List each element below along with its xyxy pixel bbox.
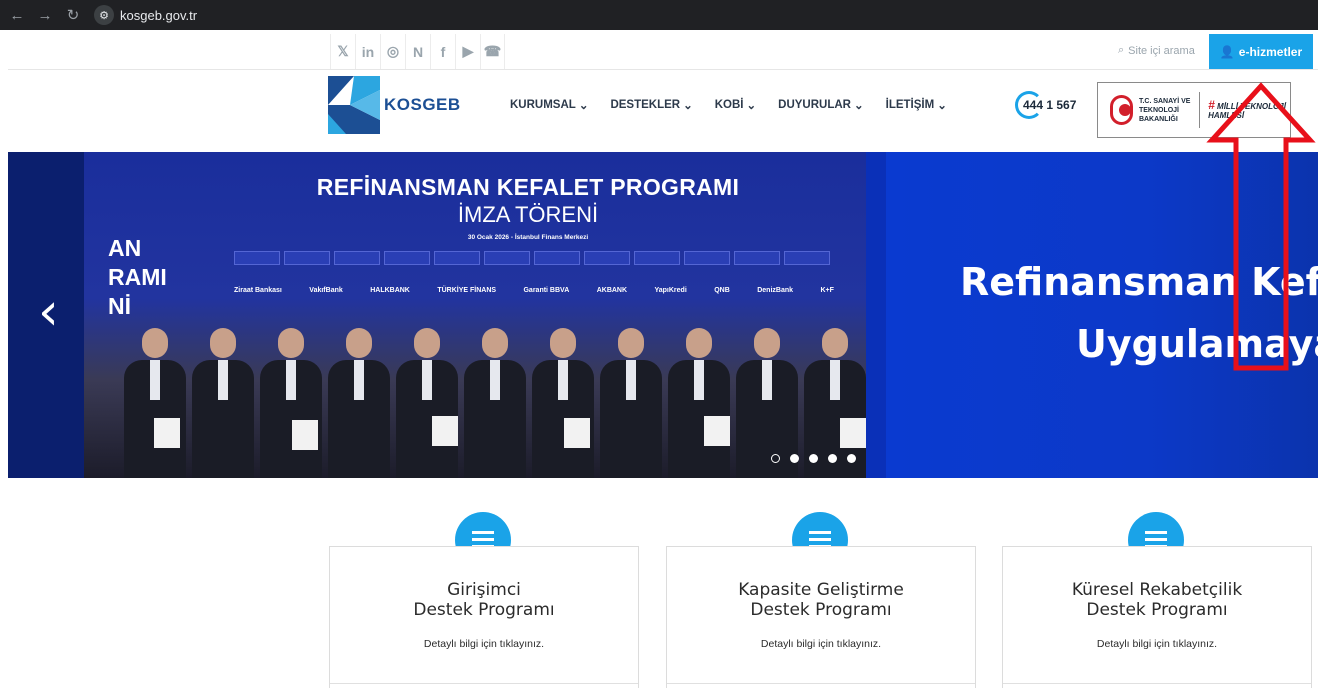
program-card-kapasite[interactable]: Kapasite Geliştirme Destek Programı Deta… — [666, 546, 976, 688]
slider-dot[interactable] — [847, 454, 856, 463]
hero-divider — [866, 152, 886, 478]
card-title-line1: Küresel Rekabetçilik — [1071, 580, 1243, 600]
menu-item-label: İLETİŞİM — [885, 99, 935, 111]
e-hizmetler-button[interactable]: 👤 e-hizmetler — [1209, 34, 1313, 69]
search-icon: ⌕ — [1118, 44, 1125, 56]
slider-dot[interactable] — [828, 454, 837, 463]
hotline[interactable]: 444 1 567 — [1013, 88, 1085, 122]
kosgeb-logo-mark-icon — [328, 76, 380, 134]
slider-pagination — [771, 454, 856, 463]
bank-name: Ziraat Bankası — [234, 287, 282, 294]
card-title-line2: Destek Programı — [1086, 600, 1228, 620]
top-strip: 𝕏 in ◎ N f ▶ ☎ ⌕ Site içi arama 👤 e-hizm… — [8, 34, 1318, 70]
nsosyal-icon[interactable]: N — [405, 34, 430, 69]
kosgeb-logo-text: KOSGEB — [384, 95, 461, 114]
menu-item-label: DUYURULAR — [778, 99, 851, 111]
divider — [330, 683, 638, 684]
hero-slider[interactable]: Ziraat Bankası VakıfBank HALKBANK TÜRKİY… — [8, 152, 1318, 478]
previous-slide-arrow-icon[interactable]: ‹ — [38, 286, 68, 342]
kosgeb-logo[interactable]: KOSGEB — [328, 76, 474, 134]
menu-item-destekler[interactable]: DESTEKLER ⌄ — [610, 98, 692, 112]
hero-date: 30 Ocak 2026 - İstanbul Finans Merkezi — [467, 234, 589, 241]
chevron-down-icon: ⌄ — [746, 100, 757, 112]
address-bar[interactable]: ⚙ kosgeb.gov.tr — [94, 4, 197, 26]
bank-name: HALKBANK — [370, 287, 410, 294]
site-search-label: Site içi arama — [1128, 44, 1195, 57]
program-card-girisimci[interactable]: Girişimci Destek Programı Detaylı bilgi … — [329, 546, 639, 688]
bank-name: QNB — [714, 287, 730, 294]
card-title-line1: Girişimci — [447, 580, 521, 600]
ministry-seal-icon — [1110, 95, 1133, 125]
sponsor-banner — [234, 251, 830, 265]
divider — [1199, 92, 1201, 128]
chevron-down-icon: ⌄ — [578, 100, 589, 112]
chevron-down-icon: ⌄ — [937, 100, 947, 112]
user-icon: 👤 — [1219, 44, 1235, 59]
card-details-link[interactable]: Detaylı bilgi için tıklayınız. — [330, 638, 638, 650]
menu-item-duyurular[interactable]: DUYURULAR ⌄ — [778, 98, 863, 112]
x-twitter-icon[interactable]: 𝕏 — [330, 34, 355, 69]
card-title: Küresel Rekabetçilik Destek Programı — [1003, 580, 1311, 620]
menu-item-kobi[interactable]: KOBİ ⌄ — [715, 98, 756, 112]
bank-name: K+F — [820, 287, 834, 294]
ceremony-participants — [124, 300, 866, 478]
program-card-kuresel[interactable]: Küresel Rekabetçilik Destek Programı Det… — [1002, 546, 1312, 688]
card-title-line2: Destek Programı — [413, 600, 555, 620]
phone-icon[interactable]: ☎ — [480, 34, 505, 69]
hero-fragment: AN — [108, 235, 142, 261]
card-title: Kapasite Geliştirme Destek Programı — [667, 580, 975, 620]
browser-toolbar: ← → ↻ ⚙ kosgeb.gov.tr — [0, 0, 1318, 30]
hero-title: REFİNANSMAN KEFALET PROGRAMI — [316, 174, 740, 200]
e-hizmetler-label: e-hizmetler — [1238, 44, 1303, 59]
card-details-link[interactable]: Detaylı bilgi için tıklayınız. — [1003, 638, 1311, 650]
hotline-number: 444 1 567 — [1023, 98, 1077, 112]
divider — [667, 683, 975, 684]
ministry-name: T.C. SANAYİ VE TEKNOLOJİ BAKANLIĞI — [1138, 97, 1191, 123]
social-links: 𝕏 in ◎ N f ▶ ☎ — [330, 34, 505, 69]
card-title-line1: Kapasite Geliştirme — [738, 580, 904, 600]
reload-icon[interactable]: ↻ — [62, 4, 84, 26]
previous-slide-text: AN RAMI Nİ — [108, 234, 167, 321]
url-text: kosgeb.gov.tr — [120, 7, 198, 23]
hero-fragment: RAMI — [108, 264, 167, 290]
menu-item-kurumsal[interactable]: KURUMSAL ⌄ — [510, 98, 588, 112]
annotation-arrow-icon — [1206, 82, 1316, 371]
menu-item-label: DESTEKLER — [610, 99, 681, 111]
bank-name: DenizBank — [757, 287, 794, 294]
linkedin-icon[interactable]: in — [355, 34, 380, 69]
chevron-down-icon: ⌄ — [853, 100, 864, 112]
main-menu: KURUMSAL ⌄ DESTEKLER ⌄ KOBİ ⌄ DUYURULAR … — [510, 98, 969, 112]
back-icon[interactable]: ← — [6, 4, 28, 26]
site-info-icon[interactable]: ⚙ — [94, 5, 114, 25]
forward-icon[interactable]: → — [34, 4, 56, 26]
slider-dot[interactable] — [790, 454, 799, 463]
card-title-line2: Destek Programı — [750, 600, 892, 620]
youtube-icon[interactable]: ▶ — [455, 34, 480, 69]
hero-subtitle: İMZA TÖRENİ — [457, 202, 599, 227]
chevron-down-icon: ⌄ — [683, 100, 693, 112]
menu-item-label: KOBİ — [714, 99, 744, 111]
slider-dot[interactable] — [771, 454, 780, 463]
bank-name: AKBANK — [596, 287, 628, 294]
facebook-icon[interactable]: f — [430, 34, 455, 69]
slider-dot[interactable] — [809, 454, 818, 463]
bank-name: YapıKredi — [654, 287, 687, 294]
hero-fragment: Nİ — [108, 293, 131, 319]
bank-name: TÜRKİYE FİNANS — [437, 287, 497, 294]
menu-item-label: KURUMSAL — [510, 99, 576, 111]
divider — [1003, 683, 1311, 684]
bank-name: VakıfBank — [309, 287, 343, 294]
bank-logos: Ziraat Bankası VakıfBank HALKBANK TÜRKİY… — [234, 287, 834, 299]
menu-item-iletisim[interactable]: İLETİŞİM ⌄ — [886, 98, 947, 112]
site-search-link[interactable]: ⌕ Site içi arama — [1118, 44, 1195, 57]
site-header: KOSGEB KURUMSAL ⌄ DESTEKLER ⌄ KOBİ ⌄ DUY… — [0, 70, 1318, 152]
instagram-icon[interactable]: ◎ — [380, 34, 405, 69]
bank-name: Garanti BBVA — [523, 287, 570, 294]
card-title: Girişimci Destek Programı — [330, 580, 638, 620]
card-details-link[interactable]: Detaylı bilgi için tıklayınız. — [667, 638, 975, 650]
